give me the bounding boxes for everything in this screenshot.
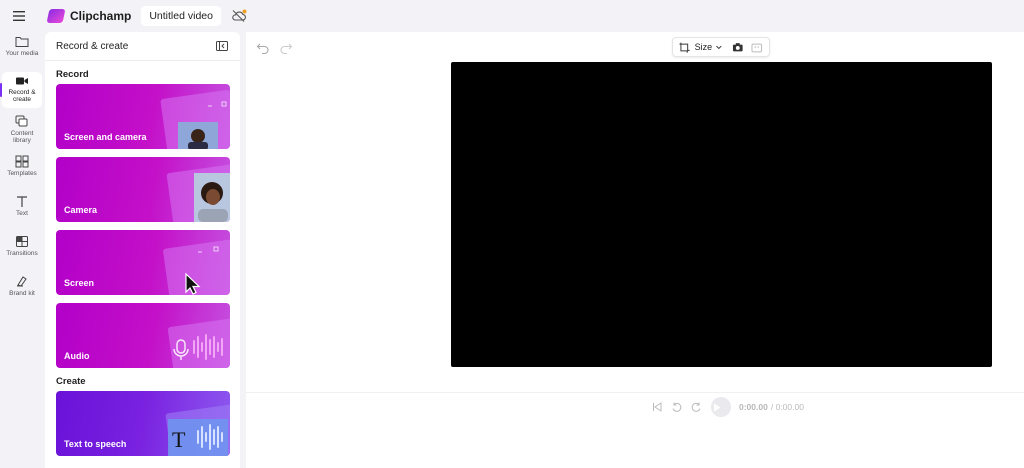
video-preview-canvas[interactable] [451, 62, 992, 367]
templates-icon [15, 155, 29, 168]
total-time: / 0:00.00 [770, 402, 804, 412]
playback-controls: 0:00.00 / 0:00.00 [652, 397, 804, 417]
play-button[interactable] [711, 397, 731, 417]
nav-label: Text [16, 210, 28, 217]
camera-person-illustration [166, 164, 230, 222]
forward-5s-icon[interactable] [691, 402, 702, 413]
nav-record-create[interactable]: Record & create [0, 72, 42, 108]
create-heading: Create [56, 376, 86, 387]
camera-card[interactable]: Camera [56, 157, 230, 222]
nav-label: Brand kit [9, 290, 35, 297]
brand-kit-icon [17, 276, 27, 287]
app-logo: Clipchamp [46, 9, 132, 23]
cloud-off-icon [232, 9, 247, 22]
hamburger-icon [13, 11, 25, 21]
card-label: Audio [64, 351, 90, 361]
nav-label: Record & create [8, 89, 36, 103]
text-to-speech-illustration: T [165, 404, 230, 456]
screen-and-camera-card[interactable]: Screen and camera [56, 84, 230, 149]
top-bar: Clipchamp Untitled video [0, 0, 1024, 32]
nav-templates[interactable]: Templates [2, 152, 42, 188]
nav-label: Your media [5, 50, 39, 57]
nav-label: Templates [7, 170, 37, 177]
screen-card[interactable]: Screen [56, 230, 230, 295]
left-nav: Your media Record & create Content libra… [0, 32, 44, 468]
audio-card[interactable]: Audio [56, 303, 230, 368]
card-label: Screen [64, 278, 95, 288]
video-camera-icon [16, 77, 28, 85]
clipchamp-logo-icon [46, 9, 66, 23]
preview-toolbar: Size [672, 37, 770, 57]
nav-content-library[interactable]: Content library [2, 112, 42, 148]
screen-camera-illustration [160, 89, 230, 149]
skip-to-start-icon[interactable] [652, 402, 662, 412]
app-name: Clipchamp [70, 9, 132, 23]
collapse-panel-icon[interactable] [216, 41, 228, 51]
nav-label: Content library [10, 130, 34, 144]
menu-button[interactable] [0, 0, 38, 32]
nav-your-media[interactable]: Your media [2, 32, 42, 68]
svg-text:T: T [172, 427, 186, 452]
nav-brand-kit[interactable]: Brand kit [2, 272, 42, 308]
card-label: Camera [64, 205, 98, 215]
record-heading: Record [56, 69, 89, 80]
timeline-divider [246, 392, 1024, 393]
nav-label: Transitions [6, 250, 38, 257]
project-title-field[interactable]: Untitled video [141, 6, 221, 26]
panel-title: Record & create [56, 40, 129, 52]
redo-icon[interactable] [279, 40, 293, 54]
resize-icon [679, 42, 690, 53]
text-to-speech-card[interactable]: T Text to speech [56, 391, 230, 456]
text-icon [17, 196, 27, 207]
card-label: Screen and camera [64, 132, 147, 142]
nav-transitions[interactable]: Transitions [2, 232, 42, 268]
size-button[interactable]: Size [695, 42, 713, 52]
panel-header: Record & create [45, 32, 240, 61]
card-label: Text to speech [64, 439, 127, 449]
nav-text[interactable]: Text [2, 192, 42, 228]
library-icon [15, 115, 28, 127]
current-time: 0:00.00 [739, 402, 768, 412]
main-editor: Size 0:00.00 / 0:00.00 [246, 32, 1024, 468]
screen-cursor-illustration [163, 239, 230, 295]
transitions-icon [16, 236, 28, 247]
play-icon [713, 403, 720, 411]
folder-icon [15, 37, 29, 47]
record-create-panel: Record & create Record Screen and camera… [45, 32, 240, 468]
camera-screenshot-icon[interactable] [732, 42, 744, 53]
sticker-icon[interactable] [751, 42, 763, 53]
undo-icon[interactable] [256, 40, 270, 54]
chevron-down-icon[interactable] [715, 43, 723, 51]
sync-status-button[interactable] [231, 9, 247, 23]
rewind-5s-icon[interactable] [671, 402, 682, 413]
microphone-waveform-illustration [167, 318, 230, 368]
